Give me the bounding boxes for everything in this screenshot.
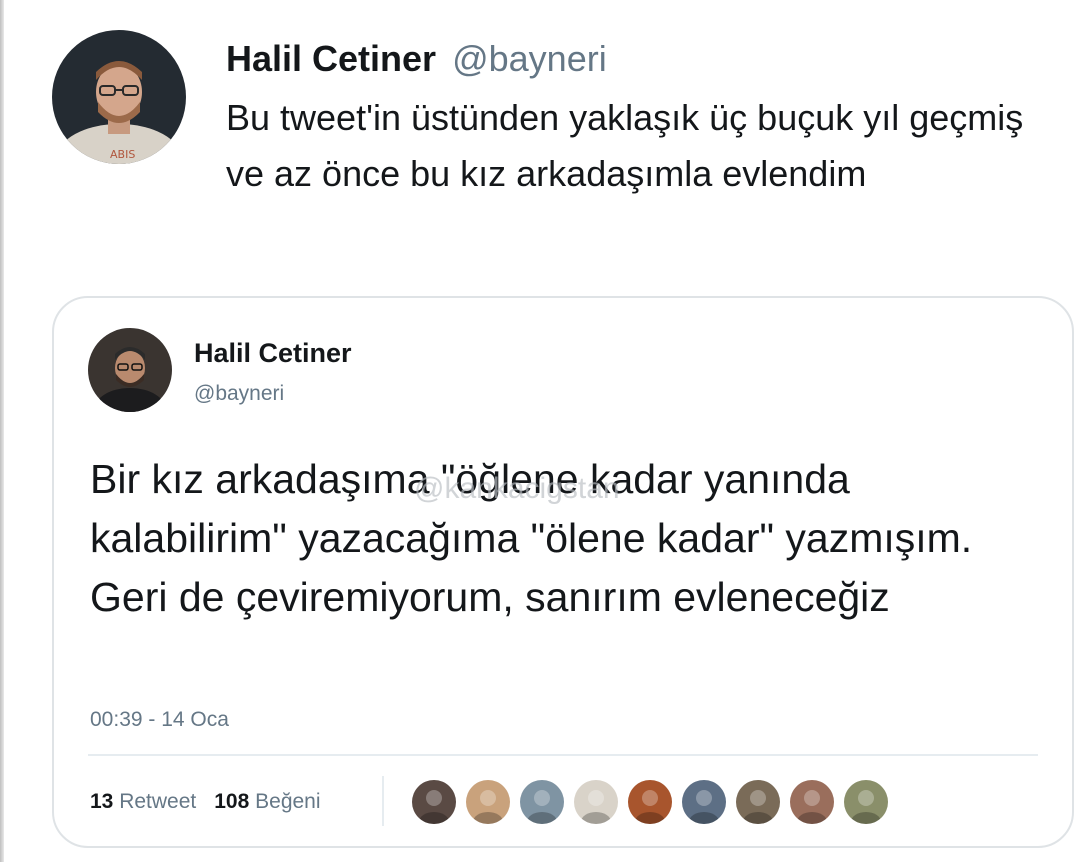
retweet-label: Retweet xyxy=(119,790,197,813)
like-stat[interactable]: 108 Beğeni xyxy=(214,790,320,813)
quoted-tweet-card[interactable]: Halil Cetiner @bayneri Bir kız arkadaşım… xyxy=(52,296,1074,848)
divider xyxy=(382,776,384,826)
author-name[interactable]: Halil Cetiner xyxy=(226,38,436,79)
avatar-woman-dark-hair-icon[interactable] xyxy=(412,780,456,824)
tweet-header: Halil Cetiner @bayneri xyxy=(226,38,607,80)
avatar-cartoon-face-icon[interactable] xyxy=(466,780,510,824)
tweet-timestamp[interactable]: 00:39 - 14 Oca xyxy=(90,708,229,732)
like-label: Beğeni xyxy=(255,790,321,813)
avatar-woman-icon[interactable] xyxy=(790,780,834,824)
avatar-sunset-icon[interactable] xyxy=(682,780,726,824)
quoted-author-handle[interactable]: @bayneri xyxy=(194,382,284,406)
avatar-figure-icon[interactable] xyxy=(628,780,672,824)
avatar[interactable]: ABIS xyxy=(52,30,186,164)
tweet-text: Bu tweet'in üstünden yaklaşık üç buçuk y… xyxy=(226,97,1024,194)
retweet-count: 13 xyxy=(90,790,114,813)
engagement-stats: 13 Retweet 108 Beğeni xyxy=(90,790,321,814)
retweet-stat[interactable]: 13 Retweet xyxy=(90,790,196,813)
like-count: 108 xyxy=(214,790,250,813)
profile-photo-icon: ABIS xyxy=(52,30,186,164)
profile-photo-icon xyxy=(88,328,172,412)
quoted-avatar[interactable] xyxy=(88,328,172,412)
avatar-nature-icon[interactable] xyxy=(844,780,888,824)
svg-text:ABIS: ABIS xyxy=(110,148,135,161)
avatar-sketch-icon[interactable] xyxy=(574,780,618,824)
avatar-lion-icon[interactable] xyxy=(736,780,780,824)
quoted-author-name[interactable]: Halil Cetiner xyxy=(194,338,352,369)
divider xyxy=(88,754,1038,756)
avatar-landscape-icon[interactable] xyxy=(520,780,564,824)
window-edge xyxy=(0,0,4,862)
author-handle[interactable]: @bayneri xyxy=(452,38,607,79)
liker-avatars xyxy=(412,780,888,824)
watermark: @kankacigstan xyxy=(414,472,620,505)
